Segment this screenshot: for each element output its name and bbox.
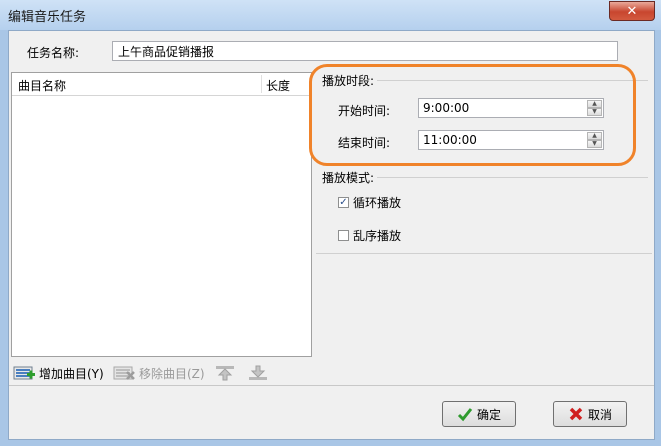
track-list-header: 曲目名称 长度 <box>12 73 311 96</box>
move-down-button[interactable] <box>247 361 270 385</box>
close-icon: ✕ <box>626 3 638 19</box>
remove-track-label: 移除曲目(Z) <box>139 366 205 381</box>
dialog-client: 任务名称: 上午商品促销播报 曲目名称 长度 增加曲目(Y) 移除曲目(Z) 播… <box>8 30 655 440</box>
task-name-input[interactable]: 上午商品促销播报 <box>112 41 618 61</box>
ok-button[interactable]: 确定 <box>442 401 516 427</box>
cancel-button[interactable]: 取消 <box>553 401 627 427</box>
move-up-icon <box>216 366 234 381</box>
move-down-icon <box>249 365 267 380</box>
window-title: 编辑音乐任务 <box>8 10 87 25</box>
column-divider[interactable] <box>261 75 262 93</box>
cancel-x-icon <box>569 407 583 421</box>
track-list[interactable]: 曲目名称 长度 <box>11 72 312 357</box>
track-toolbar: 增加曲目(Y) 移除曲目(Z) <box>11 361 311 387</box>
mode-group-title: 播放模式: <box>322 171 375 185</box>
close-button[interactable]: ✕ <box>609 1 655 21</box>
shuffle-checkbox[interactable]: 乱序播放 <box>338 227 401 244</box>
right-panel-divider <box>316 253 652 254</box>
shuffle-label: 乱序播放 <box>353 229 402 243</box>
schedule-highlight-annotation <box>309 64 636 166</box>
move-up-button[interactable] <box>214 361 237 385</box>
ok-label: 确定 <box>476 407 501 422</box>
dialog-window: 编辑音乐任务 ✕ 任务名称: 上午商品促销播报 曲目名称 长度 增加曲目(Y) … <box>0 0 661 446</box>
remove-track-icon <box>113 366 135 380</box>
cancel-label: 取消 <box>587 407 612 422</box>
task-name-label: 任务名称: <box>27 46 80 60</box>
add-track-label: 增加曲目(Y) <box>39 366 104 381</box>
column-track-name[interactable]: 曲目名称 <box>18 77 66 94</box>
loop-checkbox[interactable]: ✓ 循环播放 <box>338 194 401 211</box>
task-name-value: 上午商品促销播报 <box>118 45 215 59</box>
add-track-button[interactable]: 增加曲目(Y) <box>13 361 104 385</box>
loop-check-icon[interactable]: ✓ <box>338 197 349 208</box>
add-track-icon <box>13 366 35 380</box>
column-length[interactable]: 长度 <box>266 77 290 94</box>
mode-group-line <box>377 177 648 178</box>
bottom-divider <box>9 385 654 386</box>
title-bar[interactable]: 编辑音乐任务 ✕ <box>0 0 661 30</box>
loop-label: 循环播放 <box>353 196 402 210</box>
checkmark-icon <box>457 408 473 422</box>
remove-track-button[interactable]: 移除曲目(Z) <box>113 361 205 385</box>
shuffle-check-icon[interactable] <box>338 230 349 241</box>
